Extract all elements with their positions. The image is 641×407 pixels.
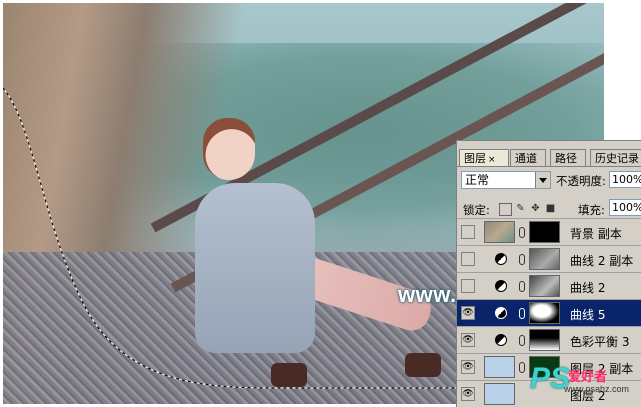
tab-paths[interactable]: 路径	[550, 149, 586, 166]
tab-history[interactable]: 历史记录	[590, 149, 641, 166]
link-icon	[519, 227, 525, 238]
layer-row[interactable]: 背景 副本	[457, 218, 641, 245]
layer-name: 曲线 2	[570, 281, 606, 295]
layer-mask-thumbnail[interactable]	[529, 221, 560, 243]
link-icon	[519, 362, 525, 373]
lock-label: 锁定:	[463, 203, 490, 217]
blend-mode-value: 正常	[465, 173, 490, 187]
visibility-toggle[interactable]	[461, 279, 475, 293]
tab-history-label: 历史记录	[595, 152, 639, 165]
layer-name: 背景 副本	[570, 227, 622, 241]
eye-icon[interactable]: 👁	[461, 333, 475, 347]
visibility-toggle[interactable]	[461, 225, 475, 239]
eye-icon[interactable]: 👁	[461, 306, 475, 320]
tab-layers-label: 图层	[464, 152, 486, 165]
layer-name: 曲线 2 副本	[570, 254, 634, 268]
link-icon	[519, 281, 525, 292]
eye-icon[interactable]: 👁	[461, 360, 475, 374]
layer-mask-thumbnail[interactable]	[529, 248, 560, 270]
link-icon	[519, 308, 525, 319]
lock-transparent-icon[interactable]	[499, 203, 512, 216]
fill-label: 填充:	[578, 203, 605, 217]
opacity-input[interactable]: 100%	[609, 171, 641, 188]
tab-layers[interactable]: 图层 ×	[459, 149, 509, 167]
photo-girl-head	[203, 118, 255, 180]
layer-row-selected[interactable]: 👁 曲线 5	[457, 299, 641, 326]
layer-thumbnail	[484, 356, 515, 378]
layer-row[interactable]: 曲线 2 副本	[457, 245, 641, 272]
opacity-label: 不透明度:	[556, 174, 606, 188]
blend-mode-select[interactable]: 正常	[461, 171, 551, 189]
photo-boot	[405, 353, 441, 377]
fill-input[interactable]: 100%	[609, 199, 641, 216]
visibility-toggle[interactable]	[461, 252, 475, 266]
logo-url-text: www.psahz.com	[564, 384, 630, 394]
layer-row[interactable]: 曲线 2	[457, 272, 641, 299]
site-logo: PS 爱好者 www.psahz.com	[530, 362, 629, 402]
tab-divider	[457, 166, 641, 167]
tab-channels-label: 通道	[515, 152, 537, 165]
tab-paths-label: 路径	[555, 152, 577, 165]
logo-cn-text: 爱好者	[568, 370, 608, 385]
photo-girl-body	[195, 183, 315, 353]
layer-row[interactable]: 👁 色彩平衡 3	[457, 326, 641, 353]
eye-icon[interactable]: 👁	[461, 387, 475, 401]
photo-boot	[271, 363, 307, 387]
link-icon	[519, 254, 525, 265]
adjustment-layer-icon	[495, 334, 507, 346]
layer-mask-thumbnail[interactable]	[529, 275, 560, 297]
layer-name: 色彩平衡 3	[570, 335, 630, 349]
adjustment-layer-icon	[495, 253, 507, 265]
lock-all-icon[interactable]: ■	[545, 203, 556, 214]
adjustment-layer-icon	[495, 307, 507, 319]
link-icon	[519, 335, 525, 346]
panel-tabs: 图层 × 通道 路径 历史记录	[457, 149, 641, 167]
tab-channels[interactable]: 通道	[510, 149, 546, 166]
layer-name: 曲线 5	[570, 308, 606, 322]
adjustment-layer-icon	[495, 280, 507, 292]
layer-thumbnail	[484, 221, 515, 243]
layer-mask-thumbnail[interactable]	[529, 302, 560, 324]
lock-paint-icon[interactable]: ✎	[515, 203, 526, 214]
layer-thumbnail	[484, 383, 515, 405]
layer-mask-thumbnail[interactable]	[529, 329, 560, 351]
close-icon[interactable]: ×	[488, 155, 496, 165]
lock-move-icon[interactable]: ✥	[530, 203, 541, 214]
chevron-down-icon[interactable]	[535, 172, 550, 188]
